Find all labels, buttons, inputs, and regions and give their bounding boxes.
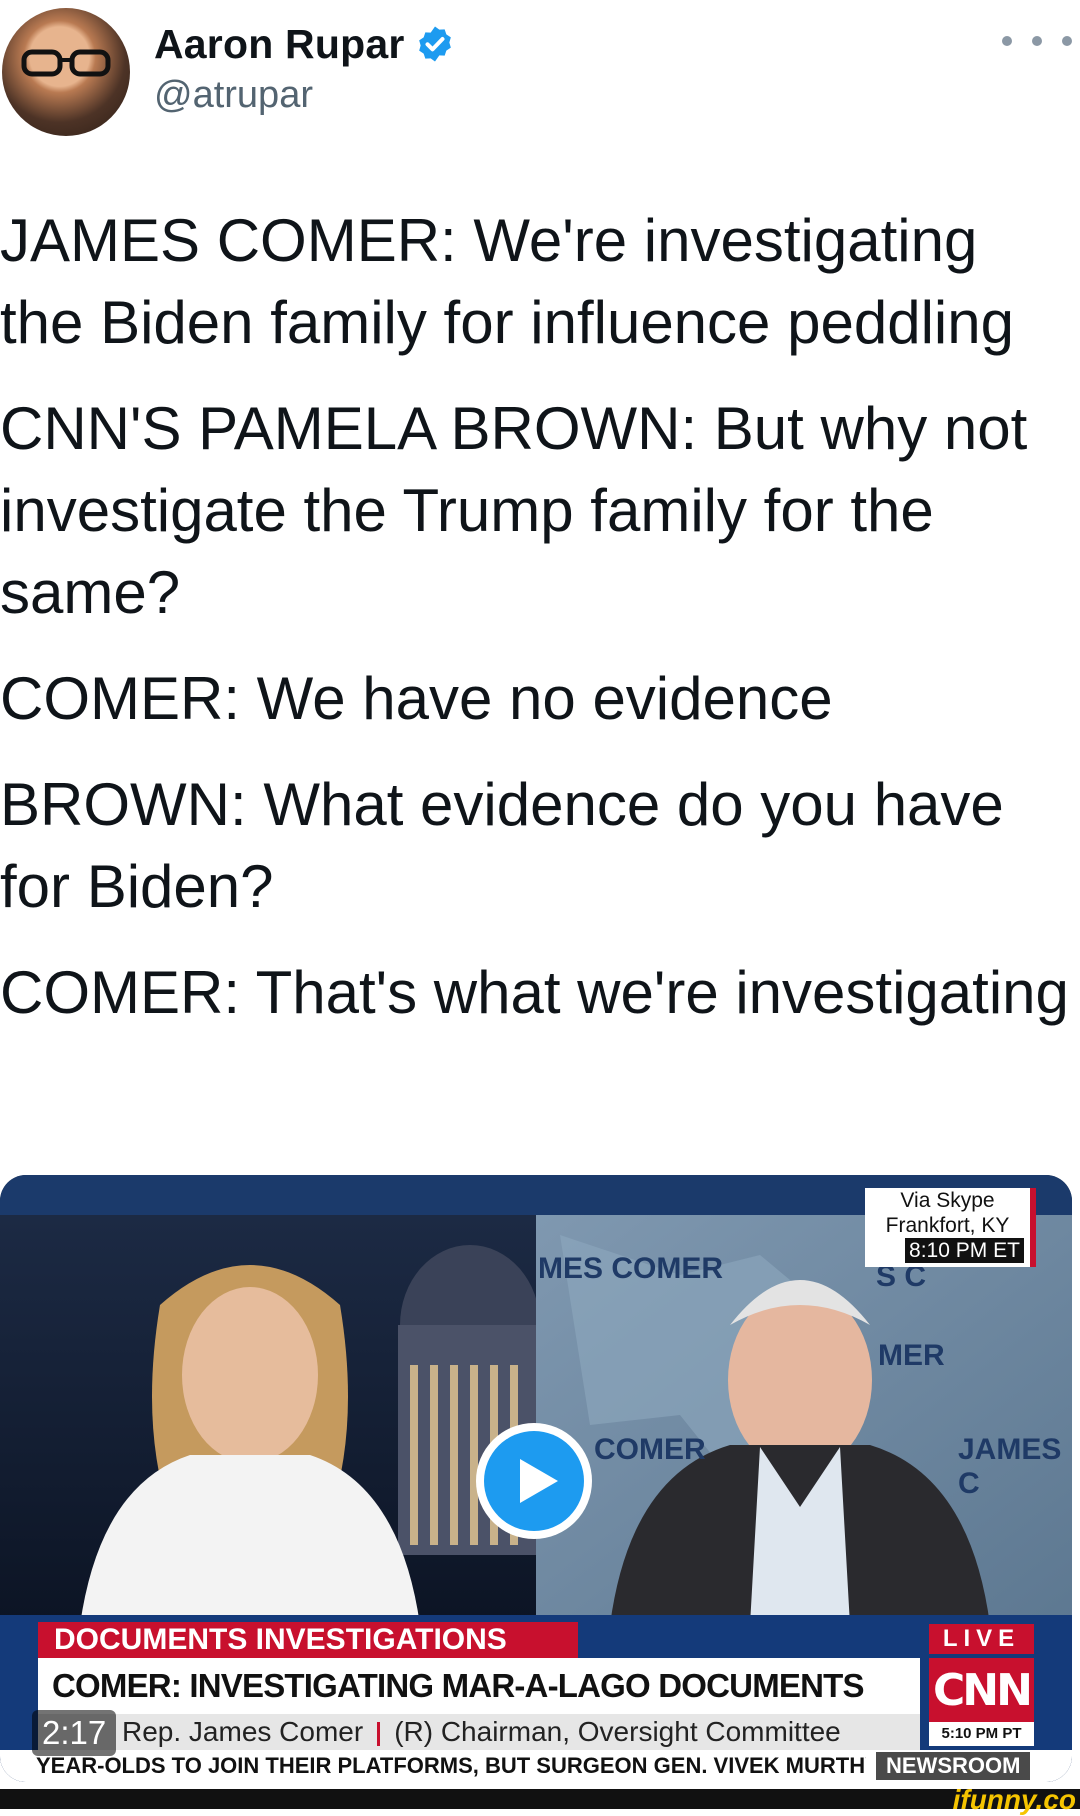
footer-bar <box>0 1789 1080 1809</box>
via-skype-box: Via Skype Frankfort, KY 8:10 PM ET <box>865 1188 1036 1267</box>
verified-badge-icon <box>418 26 451 62</box>
play-icon <box>484 1431 584 1531</box>
tweet-paragraph: JAMES COMER: We're investigating the Bid… <box>0 207 1014 356</box>
play-button[interactable] <box>476 1423 592 1539</box>
backdrop-nameplate: MER <box>878 1339 945 1372</box>
more-options-icon[interactable] <box>1002 26 1072 56</box>
cnn-logo-text: CNN <box>933 1664 1033 1716</box>
chyron-headline: COMER: INVESTIGATING MAR-A-LAGO DOCUMENT… <box>38 1658 920 1760</box>
tweet-paragraph: BROWN: What evidence do you have for Bid… <box>0 771 1004 920</box>
video-player[interactable]: MES COMER COMER S C MER JAMES C Via Skyp… <box>0 1175 1072 1782</box>
show-name: NEWSROOM <box>876 1752 1031 1780</box>
backdrop-nameplate: COMER <box>594 1433 706 1466</box>
cnn-logo: CNN <box>929 1658 1034 1722</box>
author-handle[interactable]: @atrupar <box>154 74 313 117</box>
ticker-text: YEAR-OLDS TO JOIN THEIR PLATFORMS, BUT S… <box>36 1753 866 1778</box>
video-duration: 2:17 <box>32 1710 117 1756</box>
backdrop-nameplate: MES COMER <box>538 1252 724 1285</box>
tweet-paragraph: COMER: We have no evidence <box>0 665 833 732</box>
avatar[interactable] <box>2 8 130 136</box>
divider <box>377 1721 381 1746</box>
location-line: Frankfort, KY <box>885 1214 1010 1237</box>
chyron-subline: Rep. James Comer (R) Chairman, Oversight … <box>38 1714 920 1750</box>
tweet-paragraph: CNN'S PAMELA BROWN: But why not investig… <box>0 395 1028 626</box>
watermark: ifunny.co <box>952 1784 1076 1815</box>
via-time: 8:10 PM ET <box>905 1238 1024 1263</box>
news-ticker: YEAR-OLDS TO JOIN THEIR PLATFORMS, BUT S… <box>0 1750 1072 1782</box>
via-line: Via Skype <box>900 1189 995 1212</box>
backdrop-nameplate: JAMES C <box>958 1433 1062 1500</box>
chyron-guest-name: Rep. James Comer <box>122 1716 364 1747</box>
author-name-row[interactable]: Aaron Rupar <box>154 20 455 68</box>
glasses-graphic <box>21 49 111 77</box>
author-name[interactable]: Aaron Rupar <box>154 21 405 68</box>
live-badge: LIVE <box>929 1624 1034 1654</box>
chyron-topic: DOCUMENTS INVESTIGATIONS <box>38 1622 578 1658</box>
tweet-header: Aaron Rupar @atrupar <box>0 0 1080 150</box>
tweet-text: JAMES COMER: We're investigating the Bid… <box>0 200 1070 1058</box>
network-time: 5:10 PM PT <box>929 1722 1034 1746</box>
chyron-guest-title: (R) Chairman, Oversight Committee <box>394 1716 841 1747</box>
tweet-paragraph: COMER: That's what we're investigating <box>0 959 1069 1026</box>
